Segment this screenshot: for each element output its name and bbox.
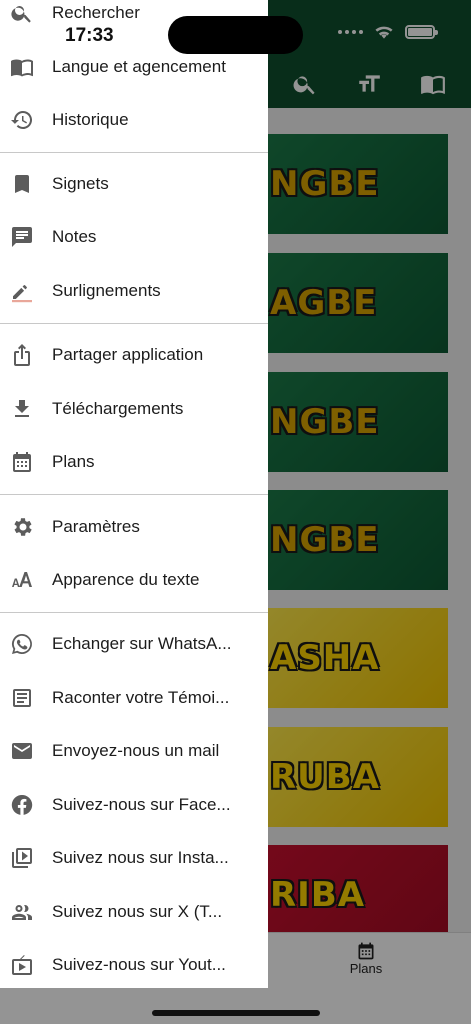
bookmark-icon: [9, 171, 35, 197]
menu-item-label: Rechercher: [52, 3, 140, 22]
dynamic-island: [168, 16, 303, 54]
menu-item-label: Partager application: [52, 345, 204, 364]
menu-item-notes[interactable]: Notes: [0, 213, 268, 261]
menu-item-label: Envoyez-nous un mail: [52, 741, 220, 760]
video-library-icon: [9, 845, 35, 871]
menu-item-facebook[interactable]: Suivez-nous sur Face...: [0, 781, 268, 829]
youtube-icon: [9, 952, 35, 978]
menu-item-text-appearance[interactable]: Apparence du texte: [0, 556, 268, 604]
mail-icon: [9, 738, 35, 764]
menu-item-share-app[interactable]: Partager application: [0, 331, 268, 379]
calendar-icon: [9, 449, 35, 475]
whatsapp-icon: [9, 631, 35, 657]
menu-item-label: Surlignements: [52, 281, 161, 300]
status-time: 17:33: [65, 25, 114, 46]
gear-icon: [9, 514, 35, 540]
menu-item-history[interactable]: Historique: [0, 96, 268, 144]
menu-item-label: Langue et agencement: [52, 57, 226, 76]
menu-item-youtube[interactable]: Suivez-nous sur Yout...: [0, 941, 268, 988]
divider: [0, 323, 268, 324]
menu-item-label: Historique: [52, 110, 129, 129]
menu-item-mail[interactable]: Envoyez-nous un mail: [0, 727, 268, 775]
book-icon: [9, 54, 35, 80]
menu-item-plans[interactable]: Plans: [0, 438, 268, 486]
menu-item-downloads[interactable]: Téléchargements: [0, 385, 268, 433]
divider: [0, 494, 268, 495]
menu-item-testimony[interactable]: Raconter votre Témoi...: [0, 674, 268, 722]
download-icon: [9, 396, 35, 422]
menu-item-label: Suivez nous sur Insta...: [52, 848, 229, 867]
menu-item-whatsapp[interactable]: Echanger sur WhatsA...: [0, 620, 268, 668]
menu-item-label: Suivez-nous sur Face...: [52, 795, 231, 814]
divider: [0, 612, 268, 613]
menu-item-label: Echanger sur WhatsA...: [52, 634, 232, 653]
menu-item-label: Suivez-nous sur Yout...: [52, 955, 226, 974]
menu-item-settings[interactable]: Paramètres: [0, 503, 268, 551]
menu-item-highlights[interactable]: Surlignements: [0, 267, 268, 315]
divider: [0, 152, 268, 153]
menu-item-label: Paramètres: [52, 517, 140, 536]
menu-item-bookmarks[interactable]: Signets: [0, 160, 268, 208]
menu-item-label: Plans: [52, 452, 95, 471]
menu-item-label: Signets: [52, 174, 109, 193]
notes-icon: [9, 224, 35, 250]
text-size-icon: [9, 567, 35, 593]
highlighter-icon: [9, 278, 35, 304]
menu-item-label: Notes: [52, 227, 97, 246]
menu-item-instagram[interactable]: Suivez nous sur Insta...: [0, 834, 268, 882]
history-icon: [9, 107, 35, 133]
navigation-drawer: Rechercher Langue et agencement Historiq…: [0, 0, 268, 988]
menu-item-label: Raconter votre Témoi...: [52, 688, 230, 707]
facebook-icon: [9, 792, 35, 818]
people-icon: [9, 899, 35, 925]
document-icon: [9, 685, 35, 711]
search-icon: [9, 0, 35, 26]
menu-item-label: Suivez nous sur X (T...: [52, 902, 223, 921]
menu-item-x[interactable]: Suivez nous sur X (T...: [0, 888, 268, 936]
home-indicator[interactable]: [152, 1010, 320, 1016]
menu-item-label: Téléchargements: [52, 399, 184, 418]
share-icon: [9, 342, 35, 368]
menu-item-label: Apparence du texte: [52, 570, 200, 589]
